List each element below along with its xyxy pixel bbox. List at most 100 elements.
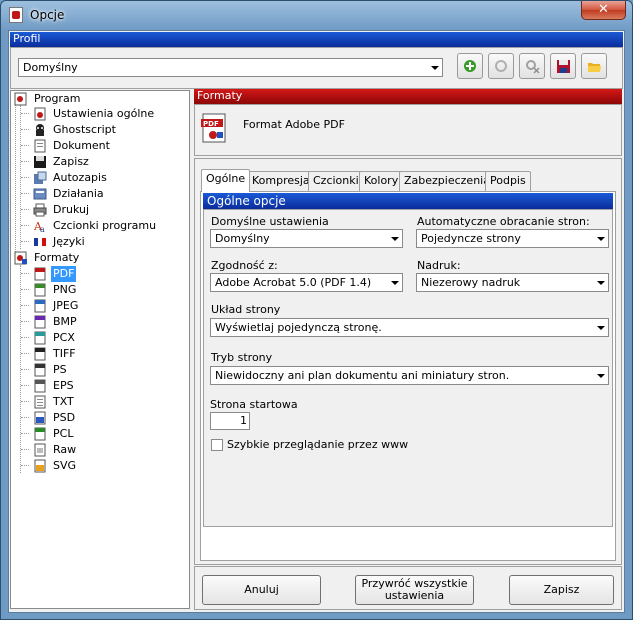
tree-item-label: Autozapis xyxy=(53,171,107,184)
tree-item-label: Działania xyxy=(53,187,104,200)
pcx-file-icon xyxy=(34,331,46,345)
tree-item-label: JPEG xyxy=(53,299,79,312)
default-settings-label: Domyślne ustawienia xyxy=(211,215,329,228)
tab-signature[interactable]: Podpis xyxy=(485,171,531,191)
cancel-button-label: Anuluj xyxy=(244,583,279,596)
close-icon: ✕ xyxy=(598,2,609,17)
start-page-input[interactable]: 1 xyxy=(210,412,250,430)
tree-item-label: SVG xyxy=(53,459,77,472)
page-mode-value: Niewidoczny ani plan dokumentu ani minia… xyxy=(215,369,510,382)
tab-page-general: Ogólne opcje Domyślne ustawienia Domyśln… xyxy=(200,191,616,561)
chevron-down-icon xyxy=(391,237,399,241)
profile-select[interactable]: Domyślny xyxy=(18,58,443,77)
window-title: Opcje xyxy=(30,8,65,22)
chevron-down-icon xyxy=(597,281,605,285)
overprint-select[interactable]: Niezerowy nadruk xyxy=(416,273,609,292)
save-button-label: Zapisz xyxy=(543,583,580,596)
overprint-value: Niezerowy nadruk xyxy=(421,276,521,289)
format-header-panel: PDF Format Adobe PDF xyxy=(194,104,622,156)
compat-value: Adobe Acrobat 5.0 (PDF 1.4) xyxy=(215,276,372,289)
section-header: Ogólne opcje xyxy=(203,193,613,209)
default-settings-value: Domyślny xyxy=(215,232,270,245)
restore-defaults-button[interactable]: Przywróć wszystkie ustawienia xyxy=(355,575,474,605)
start-page-label: Strona startowa xyxy=(210,398,298,411)
options-window: Opcje ✕ Profil Domyślny Program Ustawien… xyxy=(0,0,633,620)
pdf-file-icon xyxy=(34,267,46,281)
tab-label: Zabezpieczenia xyxy=(404,174,490,187)
auto-rotate-value: Pojedyncze strony xyxy=(421,232,521,245)
profil-header: Profil xyxy=(10,32,623,47)
delete-profile-button[interactable] xyxy=(519,53,545,79)
tree-item-label: Dokument xyxy=(53,139,110,152)
auto-rotate-select[interactable]: Pojedyncze strony xyxy=(416,229,609,248)
open-profile-button[interactable] xyxy=(581,53,607,79)
chevron-down-icon xyxy=(431,66,439,70)
compat-label: Zgodność z: xyxy=(211,259,278,272)
tab-label: Ogólne xyxy=(206,172,246,185)
cancel-button[interactable]: Anuluj xyxy=(202,575,321,605)
tab-compression[interactable]: Kompresja xyxy=(247,171,315,191)
tab-label: Czcionki xyxy=(313,174,359,187)
tree-item-label: Ustawienia ogólne xyxy=(53,107,155,120)
flag-icon xyxy=(34,238,46,246)
pdf-format-icon: PDF xyxy=(201,113,226,143)
fast-web-checkbox[interactable] xyxy=(211,439,223,451)
tiff-file-icon xyxy=(34,347,46,361)
png-file-icon xyxy=(34,283,46,297)
page-mode-label: Tryb strony xyxy=(211,351,273,364)
tabs-area: Ogólne Kompresja Czcionki Kolory Zabezpi… xyxy=(194,158,622,565)
document-icon xyxy=(34,139,46,153)
format-title: Format Adobe PDF xyxy=(243,118,345,131)
page-layout-label: Układ strony xyxy=(211,303,281,316)
page-layout-value: Wyświetlaj pojedynczą stronę. xyxy=(215,321,382,334)
chevron-down-icon xyxy=(597,237,605,241)
save-profile-button[interactable] xyxy=(550,53,576,79)
overprint-label: Nadruk: xyxy=(417,259,461,272)
tree-item-label: PCX xyxy=(53,331,75,344)
rename-profile-button[interactable] xyxy=(488,53,514,79)
tab-colors[interactable]: Kolory xyxy=(359,171,404,191)
tree-item-label: TXT xyxy=(53,395,74,408)
tab-label: Podpis xyxy=(490,174,526,187)
tree-item-label: TIFF xyxy=(53,347,76,360)
add-profile-button[interactable] xyxy=(457,53,483,79)
program-icon xyxy=(14,92,27,106)
eps-file-icon xyxy=(34,379,46,393)
tree-item-label: BMP xyxy=(53,315,77,328)
chevron-down-icon xyxy=(597,326,605,330)
profile-select-value: Domyślny xyxy=(23,61,78,74)
autosave-icon xyxy=(34,171,47,184)
tab-general[interactable]: Ogólne xyxy=(201,169,251,192)
fast-web-label: Szybkie przeglądanie przez www xyxy=(227,438,409,451)
close-button[interactable]: ✕ xyxy=(581,1,626,20)
folder-icon xyxy=(588,63,601,72)
tree-item-label: PCL xyxy=(53,427,74,440)
auto-rotate-label: Automatyczne obracanie stron: xyxy=(417,215,590,228)
chevron-down-icon xyxy=(597,374,605,378)
printer-icon xyxy=(33,203,47,217)
rename-profile-icon xyxy=(495,60,507,72)
page-mode-select[interactable]: Niewidoczny ani plan dokumentu ani minia… xyxy=(210,366,609,385)
general-options-panel: Domyślne ustawienia Domyślny Automatyczn… xyxy=(203,209,613,527)
save-profile-icon xyxy=(557,60,570,73)
compat-select[interactable]: Adobe Acrobat 5.0 (PDF 1.4) xyxy=(210,273,403,292)
client-area: Profil Domyślny Program Ustawienia ogóln… xyxy=(8,30,625,613)
bottom-buttons-panel: Anuluj Przywróć wszystkie ustawienia Zap… xyxy=(194,566,622,610)
document-icon xyxy=(34,107,46,121)
tab-security[interactable]: Zabezpieczenia xyxy=(399,171,495,191)
tree-item-label: Raw xyxy=(53,443,77,456)
save-icon xyxy=(34,156,46,168)
raw-file-icon xyxy=(34,443,46,457)
tree-item-label: Zapisz xyxy=(53,155,89,168)
title-bar[interactable]: Opcje ✕ xyxy=(1,1,632,29)
profil-panel: Domyślny xyxy=(10,47,623,89)
tree-item-label: Ghostscript xyxy=(53,123,116,136)
save-button[interactable]: Zapisz xyxy=(509,575,614,605)
chevron-down-icon xyxy=(391,281,399,285)
add-profile-icon xyxy=(464,60,476,72)
tree-item-label: EPS xyxy=(53,379,74,392)
page-layout-select[interactable]: Wyświetlaj pojedynczą stronę. xyxy=(210,318,609,337)
default-settings-select[interactable]: Domyślny xyxy=(210,229,403,248)
options-tree: Program Ustawienia ogólne Ghostscript Do… xyxy=(10,90,190,609)
tab-fonts[interactable]: Czcionki xyxy=(308,171,364,191)
